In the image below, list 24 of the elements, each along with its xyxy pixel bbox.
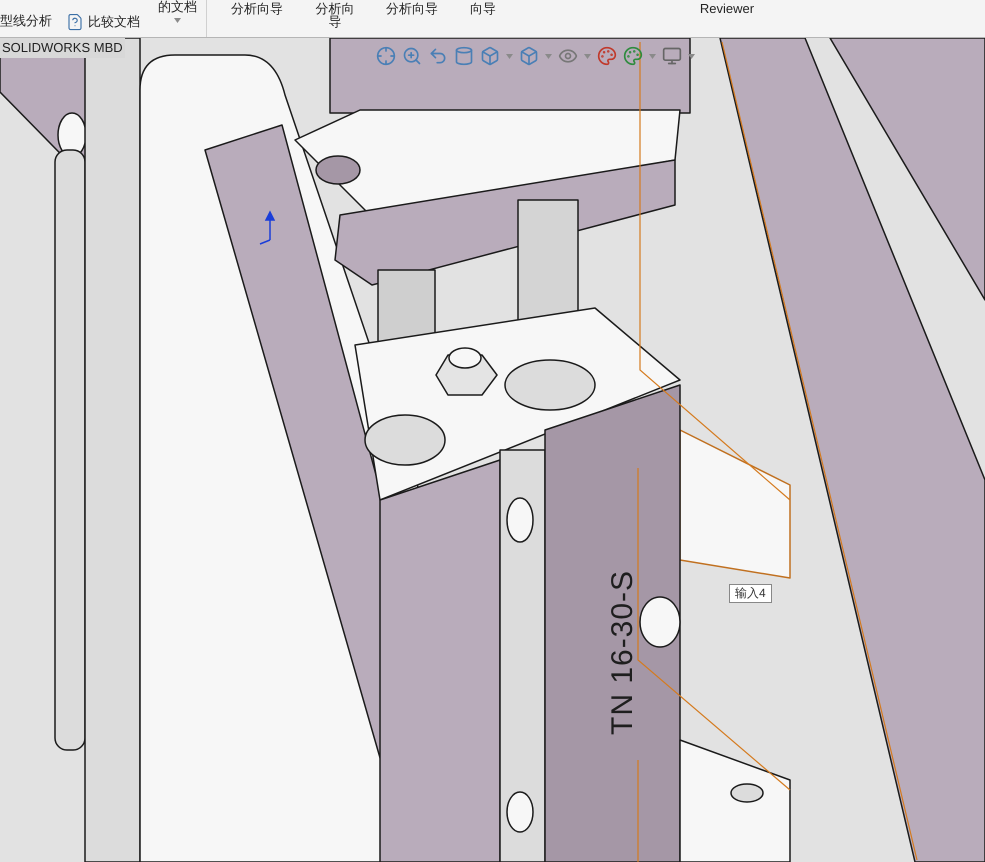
tooltip: 输入4 <box>729 584 772 603</box>
compare-documents-button[interactable]: 比较文档 <box>66 13 140 31</box>
cube-icon[interactable] <box>480 46 500 66</box>
palette-icon[interactable] <box>623 46 643 66</box>
caret-icon[interactable] <box>688 54 695 58</box>
document-question-icon <box>66 13 84 31</box>
ribbon-command[interactable]: 型线分析 <box>0 13 52 29</box>
menu-label: 的文档 <box>158 0 197 14</box>
palette-icon[interactable] <box>597 46 617 66</box>
wizard-button[interactable]: 分析向 导 <box>307 0 363 37</box>
documents-menu-button[interactable]: 的文档 <box>158 0 197 23</box>
wizard-button[interactable]: 分析向导 <box>363 0 461 37</box>
cube-icon[interactable] <box>519 46 539 66</box>
part-marking: TN 16-30-S <box>606 570 639 735</box>
wizard-button[interactable]: 向导 <box>461 0 505 37</box>
tab[interactable]: SOLIDWORKS MBD <box>0 38 125 58</box>
wizard-button[interactable]: 分析向导 <box>207 0 307 37</box>
cylinder-icon[interactable] <box>454 46 474 66</box>
arrow-icon[interactable] <box>428 46 448 66</box>
search-icon[interactable] <box>402 46 422 66</box>
monitor-icon[interactable] <box>662 46 682 66</box>
zoom-to-fit-icon[interactable] <box>376 46 396 66</box>
wizard-button[interactable]: Reviewer <box>687 0 767 37</box>
axis-triad-icon <box>259 210 275 245</box>
